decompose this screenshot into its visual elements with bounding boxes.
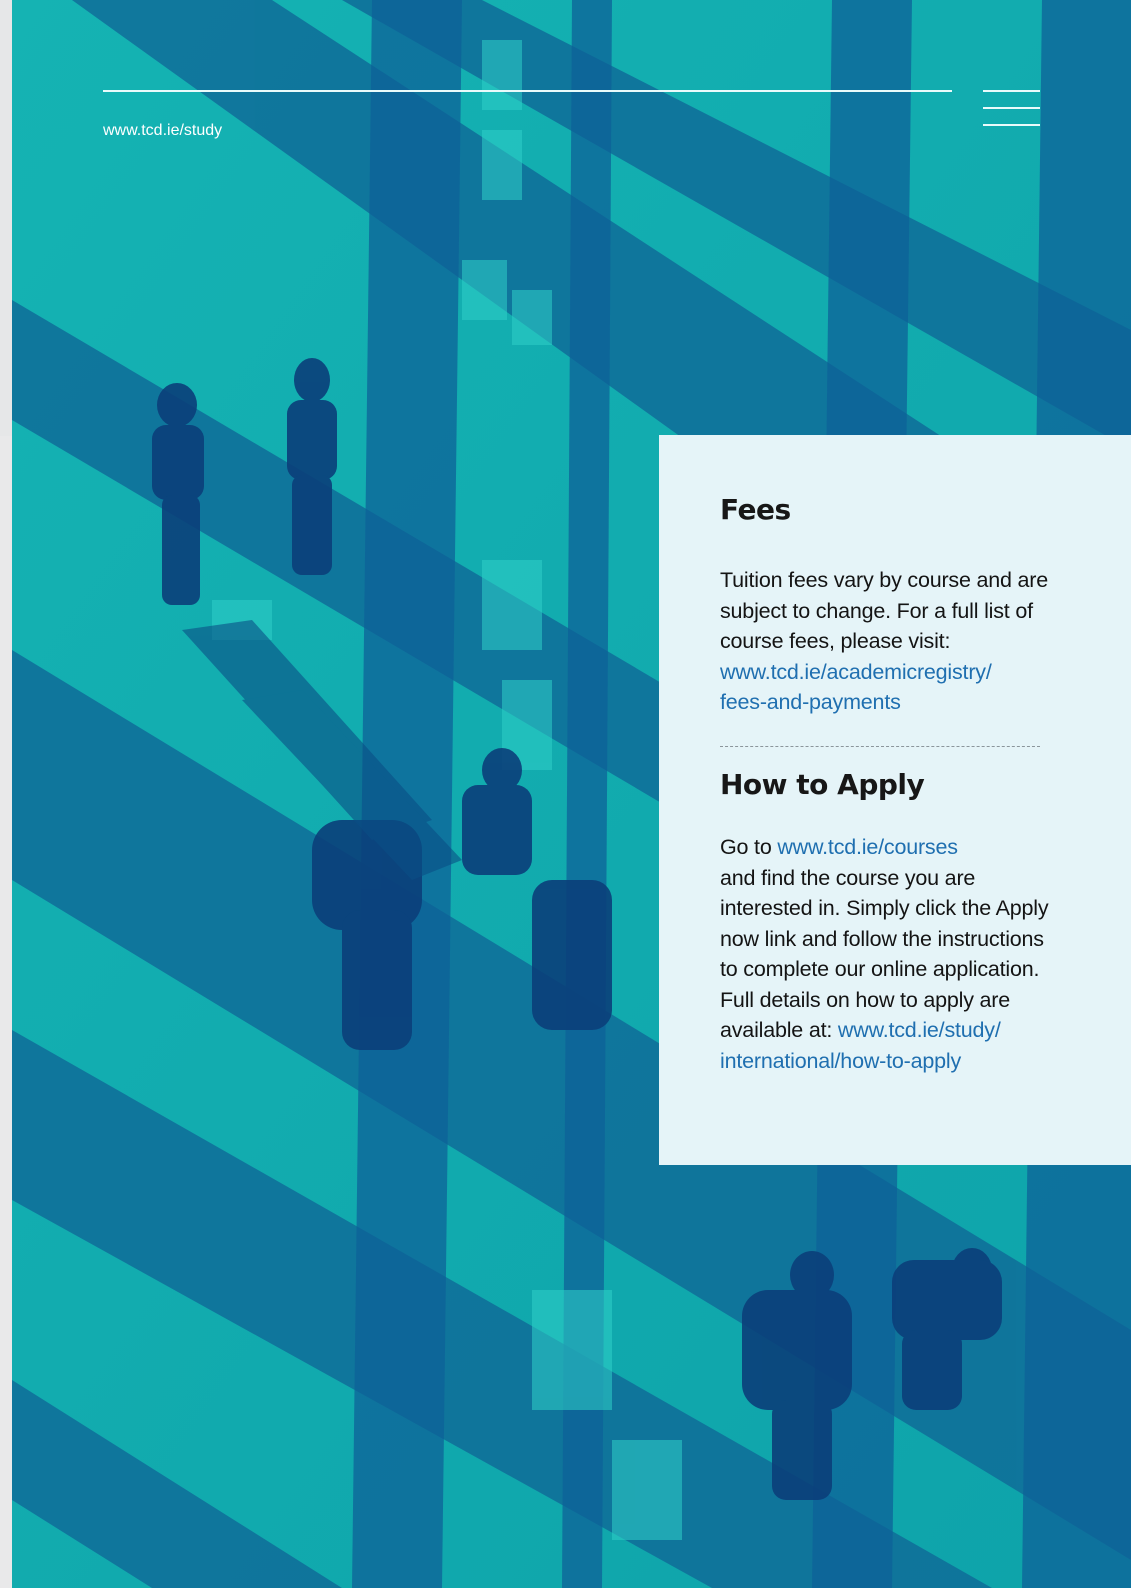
apply-link-line2: international/how-to-apply [720,1048,962,1073]
menu-icon-line [983,107,1040,109]
page: www.tcd.ie/study Fees Tuition fees vary … [0,0,1131,1588]
apply-link-line1: www.tcd.ie/study/ [837,1018,1001,1042]
fees-link-line1: www.tcd.ie/academicregistry/ [720,659,992,684]
menu-icon-line [983,90,1040,92]
menu-button[interactable] [983,88,1041,128]
fees-body-text: Tuition fees vary by course and are subj… [720,568,1049,653]
section-divider [720,746,1040,747]
info-panel: Fees Tuition fees vary by course and are… [659,435,1131,1165]
apply-body-text: and find the course you are interested i… [720,865,1049,1043]
courses-link[interactable]: www.tcd.ie/courses [777,835,958,859]
site-url[interactable]: www.tcd.ie/study [103,121,222,141]
fees-text: Tuition fees vary by course and are subj… [720,565,1050,718]
header-rule [103,90,952,92]
apply-prefix: Go to [720,835,778,859]
how-to-apply-heading: How to Apply [720,768,925,801]
fees-link-line2: fees-and-payments [720,690,901,714]
fees-link[interactable]: www.tcd.ie/academicregistry/fees-and-pay… [720,660,992,715]
menu-icon-line [983,124,1040,126]
fees-heading: Fees [720,493,791,526]
page-margin-strip [0,0,12,436]
how-to-apply-text: Go to www.tcd.ie/courses and find the cou… [720,832,1050,1076]
